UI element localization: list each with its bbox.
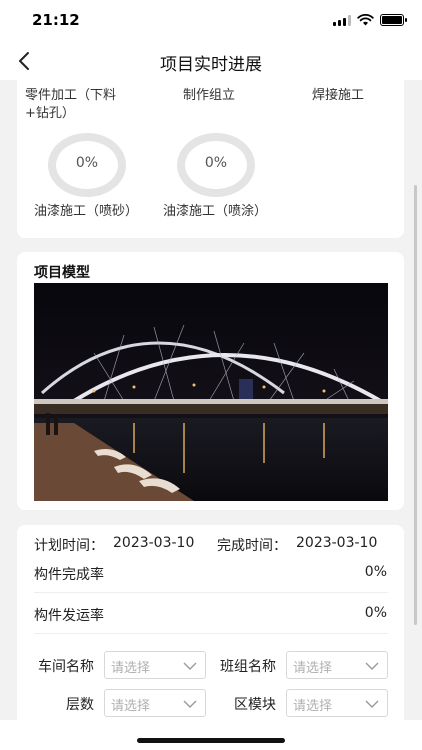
team-select[interactable]: 请选择 [286, 651, 388, 679]
chevron-down-icon [365, 700, 379, 708]
page-title: 项目实时进展 [160, 55, 262, 75]
block-placeholder: 请选择 [293, 699, 333, 714]
floor-label: 层数 [66, 697, 94, 713]
status-bar: 21:12 [0, 0, 422, 42]
scrollbar[interactable] [414, 185, 417, 625]
process-label-welding: 焊接施工 [312, 88, 365, 103]
chevron-down-icon [183, 662, 197, 670]
battery-icon [380, 14, 407, 26]
block-label: 区模块 [234, 697, 276, 713]
progress-card: 零件加工（下料+钻孔） 制作组立 焊接施工 0% 0% 油漆施工（喷砂） 油漆施… [17, 80, 404, 238]
home-indicator [137, 738, 285, 743]
model-card: 项目模型 [17, 252, 404, 510]
plan-time-value: 2023-03-10 [113, 535, 195, 551]
floor-select[interactable]: 请选择 [104, 689, 206, 717]
workshop-select[interactable]: 请选择 [104, 651, 206, 679]
team-placeholder: 请选择 [293, 661, 333, 676]
progress-value-sandblast: 0% [75, 155, 99, 171]
shipping-rate-label: 构件发运率 [34, 608, 104, 624]
completion-rate-label: 构件完成率 [34, 567, 104, 583]
progress-ring-sandblast: 0% [48, 133, 126, 197]
nav-bar: 项目实时进展 [0, 42, 422, 80]
block-select[interactable]: 请选择 [286, 689, 388, 717]
finish-time-label: 完成时间： [217, 538, 287, 554]
model-title: 项目模型 [34, 265, 90, 281]
completion-rate-value: 0% [364, 564, 387, 580]
signal-icon [333, 14, 351, 26]
model-image[interactable] [34, 283, 388, 501]
progress-ring-spray: 0% [177, 133, 255, 197]
process-label-parts: 零件加工（下料+钻孔） [25, 88, 117, 121]
detail-card: 计划时间： 2023-03-10 完成时间： 2023-03-10 构件完成率 … [17, 525, 404, 720]
process-label-assembly: 制作组立 [183, 88, 236, 103]
finish-time-value: 2023-03-10 [296, 535, 378, 551]
content-scroll[interactable]: 零件加工（下料+钻孔） 制作组立 焊接施工 0% 0% 油漆施工（喷砂） 油漆施… [0, 80, 422, 720]
chevron-down-icon [365, 662, 379, 670]
workshop-label: 车间名称 [38, 659, 94, 675]
progress-value-spray: 0% [204, 155, 228, 171]
bottom-safe-area [0, 720, 422, 750]
wifi-icon [357, 14, 374, 26]
plan-time-label: 计划时间： [34, 538, 104, 554]
workshop-placeholder: 请选择 [111, 661, 151, 676]
divider [34, 633, 388, 634]
status-icons [333, 14, 407, 26]
process-label-spray: 油漆施工（喷涂） [163, 204, 268, 219]
bridge-illustration [34, 283, 388, 501]
floor-placeholder: 请选择 [111, 699, 151, 714]
status-time: 21:12 [32, 11, 80, 29]
chevron-down-icon [183, 700, 197, 708]
divider [34, 592, 388, 593]
shipping-rate-value: 0% [364, 605, 387, 621]
process-label-sandblast: 油漆施工（喷砂） [34, 204, 139, 219]
team-label: 班组名称 [220, 659, 276, 675]
